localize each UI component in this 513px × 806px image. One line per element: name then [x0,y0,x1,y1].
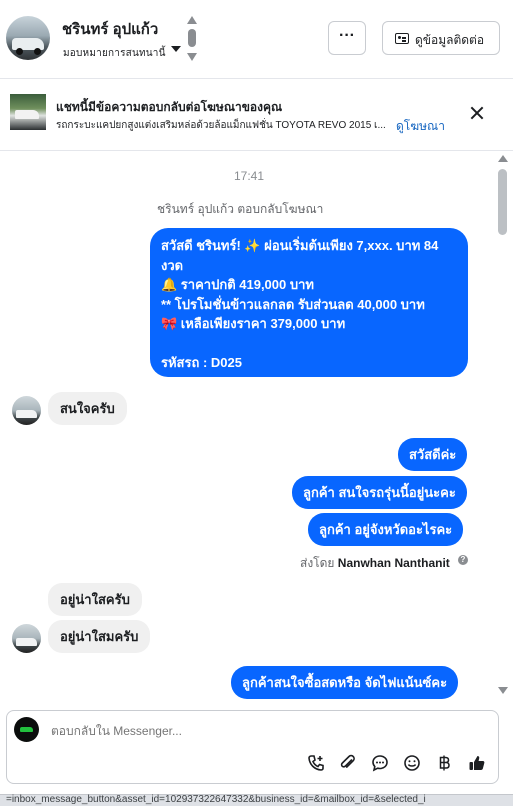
phone-add-icon[interactable] [305,752,327,774]
ad-reply-line: งวด [161,257,184,273]
scroll-down-arrow-icon[interactable] [498,687,508,694]
caret-down-icon[interactable] [171,46,181,52]
outgoing-message-bubble[interactable]: สวัสดีค่ะ [398,438,468,471]
ad-banner-title: แชทนี้มีข้อความตอบกลับต่อโฆษณาของคุณ [56,100,283,114]
view-contact-info-button[interactable]: ดูข้อมูลติดต่อ [382,21,500,55]
outgoing-message-bubble[interactable]: ลูกค้าสนใจซื้อสดหรือ จัดไฟแน้นซ์คะ [231,666,459,699]
contact-avatar-small[interactable] [12,396,41,425]
sent-by-prefix: ส่งโดย [300,556,335,570]
contact-avatar[interactable] [6,16,50,60]
chevron-down-icon[interactable] [187,53,197,61]
incoming-message-bubble[interactable]: อยู่น่าใสครับ [48,583,142,616]
outgoing-message-bubble[interactable]: ลูกค้า อยู่จังหวัดอะไรคะ [308,513,464,546]
ad-reply-line: สวัสดี ชรินทร์! ✨ ผ่อนเริ่มต้นเพียง 7,xx… [161,238,439,253]
contact-avatar-small[interactable] [12,624,41,653]
outgoing-message-bubble[interactable]: ลูกค้า สนใจรถรุ่นนี้อยู่นะคะ [292,476,467,509]
ad-reply-line: รหัสรถ : D025 [161,355,242,370]
more-icon: ··· [339,27,355,44]
close-icon[interactable] [470,106,484,120]
contact-name[interactable]: ชรินทร์ อุปแก้ว [62,17,158,41]
scroll-up-arrow-icon[interactable] [498,155,508,162]
incoming-message-bubble[interactable]: สนใจครับ [48,392,127,425]
page-avatar [14,717,39,742]
status-url: =inbox_message_button&asset_id=102937322… [6,794,426,805]
incoming-message-bubble[interactable]: อยู่น่าใสมครับ [48,620,151,653]
reply-input[interactable] [51,724,351,738]
ad-reply-line: 🎀 เหลือเพียงราคา 379,000 บาท [161,316,346,331]
ad-reply-line [161,334,457,354]
contact-card-icon [395,33,409,44]
paperclip-icon[interactable] [337,752,359,774]
baht-icon[interactable] [433,752,455,774]
ad-reply-note: ชรินทร์ อุปแก้ว ตอบกลับโฆษณา [157,202,324,216]
sent-by-name: Nanwhan Nanthanit [337,556,450,570]
sent-by-note: ส่งโดย Nanwhan Nanthanit [300,554,450,573]
browser-status-bar: =inbox_message_button&asset_id=102937322… [0,794,513,806]
chat-bubble-icon[interactable] [369,752,391,774]
ad-thumbnail[interactable] [10,94,46,130]
ad-banner-subtitle: รถกระบะแคปยกสูงแต่งเสริมหล่อด้วยล้อแม็กแ… [56,120,386,131]
ad-reply-line: 🔔 ราคาปกติ 419,000 บาท [161,277,314,292]
scrollbar-thumb[interactable] [498,169,507,235]
ad-reply-line: ** โปรโมชั่นข้าวแลกลด รับส่วนลด 40,000 บ… [161,296,425,312]
view-ad-link[interactable]: ดูโฆษณา [396,117,445,136]
thumbs-up-icon[interactable] [466,752,488,774]
message-composer[interactable] [6,710,499,784]
ad-reply-message-bubble[interactable]: สวัสดี ชรินทร์! ✨ ผ่อนเริ่มต้นเพียง 7,xx… [150,228,468,377]
more-options-button[interactable]: ··· [328,21,366,55]
message-timestamp: 17:41 [234,169,265,183]
assign-conversation-dropdown[interactable]: มอบหมายการสนทนานี้ [63,46,166,61]
chevron-up-icon[interactable] [187,16,197,24]
info-icon[interactable]: ? [458,555,468,565]
conversation-header: ชรินทร์ อุปแก้ว มอบหมายการสนทนานี้ ··· ด… [0,0,513,79]
smiley-icon[interactable] [401,752,423,774]
view-contact-info-label: ดูข้อมูลติดต่อ [415,33,485,47]
messenger-conversation-panel: ชรินทร์ อุปแก้ว มอบหมายการสนทนานี้ ··· ด… [0,0,513,806]
conversation-stepper[interactable] [186,16,198,62]
